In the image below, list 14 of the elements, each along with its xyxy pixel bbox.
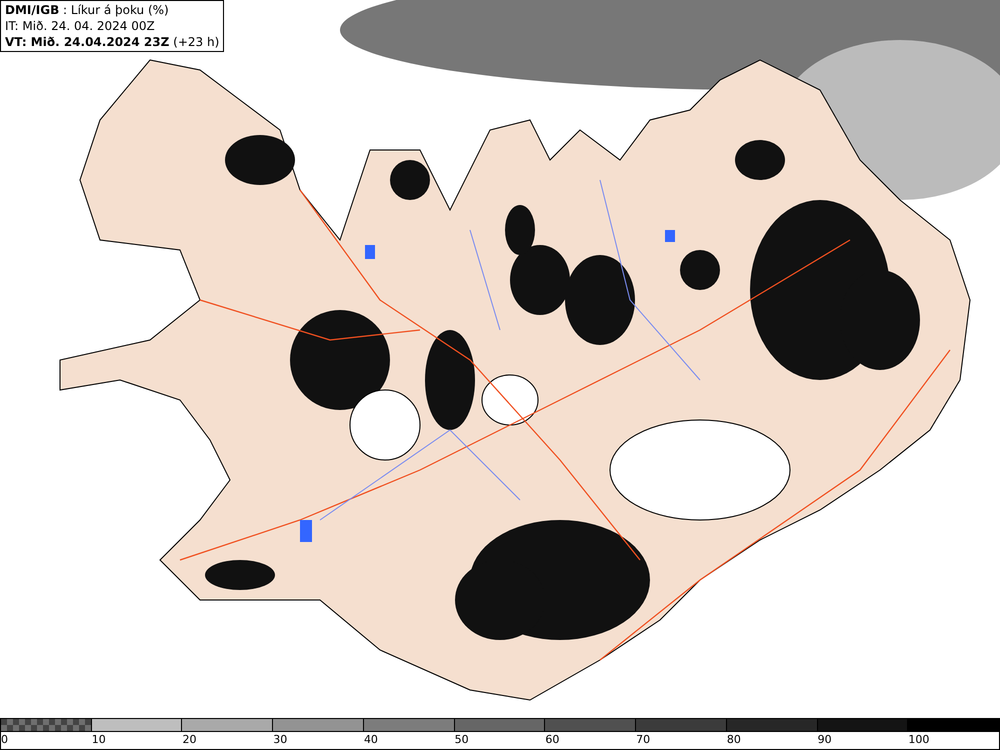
scale-label: 50 <box>454 732 469 747</box>
scale-label: 30 <box>273 732 288 747</box>
scale-label: 90 <box>818 732 832 747</box>
scale-label: 20 <box>182 732 196 747</box>
scale-label: 80 <box>726 732 741 747</box>
scale-label: 40 <box>364 732 378 747</box>
scale-label: 70 <box>636 732 650 747</box>
scale-label: 100 <box>908 732 930 747</box>
scale-label: 0 <box>1 732 8 747</box>
scale-label: 10 <box>92 732 106 747</box>
scale-label: 60 <box>545 732 560 747</box>
legend-text: VT: Mið. 24.04.2024 23Z (+23 h) <box>5 34 220 50</box>
legend-text: DMI/IGB : Líkur á þoku (%) <box>5 2 170 18</box>
legend-text: IT: Mið. 24. 04. 2024 00Z <box>5 18 156 34</box>
